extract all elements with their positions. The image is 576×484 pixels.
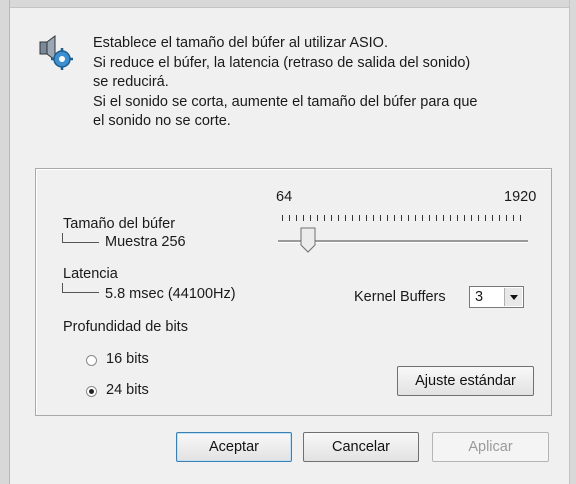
description-line: Establece el tamaño del búfer al utiliza… [93, 35, 388, 51]
description-text: Establece el tamaño del búfer al utiliza… [93, 34, 563, 132]
description-line: Si el sonido se corta, aumente el tamaño… [93, 93, 478, 110]
latency-value: 5.8 msec (44100Hz) [105, 286, 236, 302]
apply-button[interactable]: Aplicar [432, 432, 549, 462]
ok-button[interactable]: Aceptar [176, 432, 292, 462]
radio-24-bits-label[interactable]: 24 bits [106, 382, 149, 398]
slider-min-label: 64 [276, 189, 293, 205]
buffer-size-value: Muestra 256 [105, 234, 186, 250]
description-line: Si reduce el búfer, la latencia (retraso… [93, 54, 471, 71]
latency-label: Latencia [63, 266, 118, 282]
cancel-button[interactable]: Cancelar [303, 432, 419, 462]
tree-connector [62, 233, 99, 243]
speaker-settings-icon [38, 34, 74, 70]
bit-depth-label: Profundidad de bits [63, 319, 188, 335]
slider-ticks [282, 215, 522, 221]
window-frame-right [569, 0, 576, 484]
default-settings-button[interactable]: Ajuste estándar [397, 366, 534, 396]
kernel-buffers-label: Kernel Buffers [354, 289, 446, 305]
buffer-slider-thumb[interactable] [300, 227, 316, 253]
slider-max-label: 1920 [504, 189, 537, 205]
tree-connector [62, 283, 99, 293]
window-frame-left [0, 0, 10, 484]
radio-24-bits[interactable] [86, 386, 97, 397]
window-frame-top [0, 0, 576, 8]
chevron-down-icon[interactable] [504, 288, 522, 306]
description-line: se reducirá. [93, 74, 169, 90]
description-line: el sonido no se corte. [93, 113, 231, 129]
kernel-buffers-value: 3 [475, 289, 484, 305]
kernel-buffers-select[interactable]: 3 [469, 286, 524, 308]
buffer-size-label: Tamaño del búfer [63, 216, 176, 232]
radio-16-bits[interactable] [86, 355, 97, 366]
radio-16-bits-label[interactable]: 16 bits [106, 351, 149, 367]
